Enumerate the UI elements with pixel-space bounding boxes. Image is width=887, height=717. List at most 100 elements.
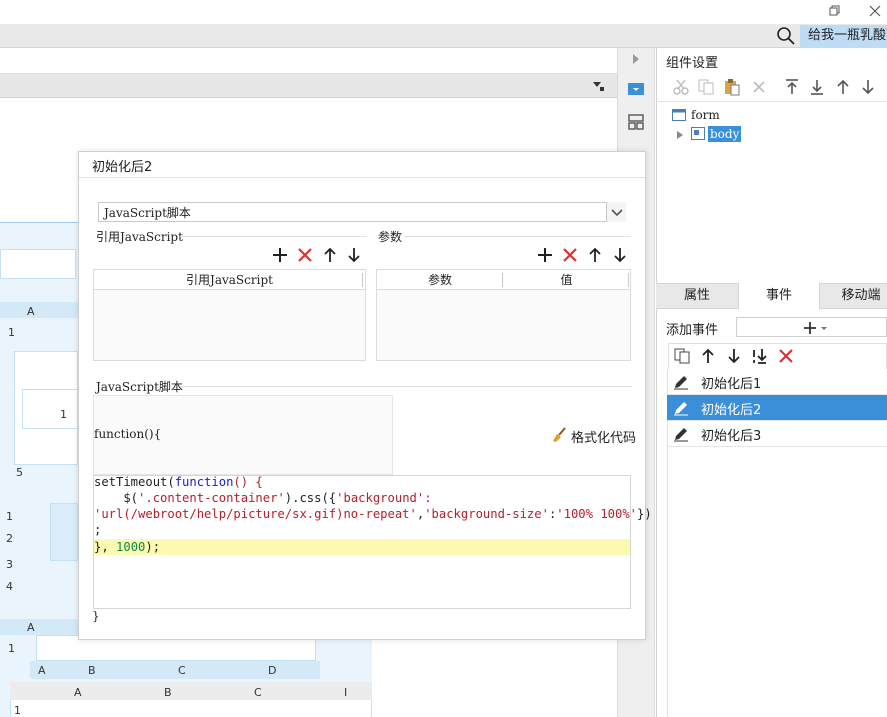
code-line-4: ; xyxy=(94,523,102,537)
function-close-text: } xyxy=(92,609,100,623)
move-up-icon[interactable] xyxy=(834,78,852,96)
search-icon[interactable] xyxy=(776,26,796,46)
event-move-up-icon[interactable] xyxy=(699,347,717,365)
user-name[interactable]: 给我一瓶乳酸菌 xyxy=(800,25,887,47)
sheet-row-number: 1 xyxy=(14,704,21,717)
divider xyxy=(404,236,631,237)
sheet-col-header: C xyxy=(254,686,262,699)
panel-title: 组件设置 xyxy=(666,56,719,71)
sheet-col-header: A xyxy=(27,621,35,634)
divider xyxy=(180,236,367,237)
delete-event-icon[interactable] xyxy=(777,347,795,365)
param-move-up-icon[interactable] xyxy=(587,247,603,263)
sheet-header-row xyxy=(0,302,78,318)
expand-arrow-icon[interactable] xyxy=(630,52,642,66)
broom-icon xyxy=(551,427,567,443)
add-ref-icon[interactable] xyxy=(272,247,288,263)
dialog-title: 初始化后2 xyxy=(92,160,153,175)
script-section-label: JavaScript脚本 xyxy=(96,380,183,394)
event-item-selected[interactable]: 初始化后2 xyxy=(667,395,887,421)
sheet-col-header: A xyxy=(74,686,82,699)
sheet-row-number: 3 xyxy=(6,558,13,571)
sheet-col-header: A xyxy=(27,305,35,318)
sheet-row-number: 4 xyxy=(6,580,13,593)
column-separator xyxy=(362,273,363,287)
window-restore-icon[interactable] xyxy=(826,3,842,19)
ref-move-down-icon[interactable] xyxy=(346,247,362,263)
code-line-1: setTimeout(function() { xyxy=(94,475,263,489)
function-open-text: function(){ xyxy=(94,427,162,441)
event-move-bottom-icon[interactable] xyxy=(751,347,769,365)
sheet-row-number: 1 xyxy=(6,510,13,523)
form-node-icon xyxy=(672,109,686,121)
delete-icon[interactable] xyxy=(750,78,768,96)
column-separator xyxy=(628,273,629,287)
sheet-col-header: C xyxy=(178,664,186,677)
window-close-icon[interactable] xyxy=(866,2,884,20)
top-toolbar xyxy=(0,24,887,48)
cut-icon[interactable] xyxy=(672,78,690,96)
tab-properties[interactable]: 属性 xyxy=(656,283,738,309)
divider xyxy=(180,386,632,387)
sheet-block xyxy=(0,249,76,279)
event-item[interactable]: 初始化后1 xyxy=(667,369,887,395)
move-bottom-icon[interactable] xyxy=(808,78,826,96)
code-line-2: $('.content-container').css({'background… xyxy=(94,491,432,505)
sheet-row-number: 5 xyxy=(16,466,23,479)
sheet-col-header: D xyxy=(268,664,277,677)
sheet-row-number: 1 xyxy=(8,642,15,655)
move-down-icon[interactable] xyxy=(859,78,877,96)
param-move-down-icon[interactable] xyxy=(612,247,628,263)
copy-icon[interactable] xyxy=(697,78,715,96)
edit-pencil-icon[interactable] xyxy=(673,400,689,416)
ref-move-up-icon[interactable] xyxy=(322,247,338,263)
sheet-header-row xyxy=(10,682,372,700)
tab-events[interactable]: 事件 xyxy=(738,283,820,309)
code-line-3: 'url(/webroot/help/picture/sx.gif)no-rep… xyxy=(94,507,652,521)
event-label: 初始化后2 xyxy=(701,403,762,418)
format-code-label: 格式化代码 xyxy=(571,431,637,446)
event-move-down-icon[interactable] xyxy=(725,347,743,365)
paste-icon[interactable] xyxy=(723,78,741,96)
current-line-highlight xyxy=(94,539,630,555)
tab-mobile[interactable]: 移动端 xyxy=(820,283,887,309)
panel-toolbar xyxy=(656,74,887,102)
column-separator xyxy=(502,273,503,287)
delete-ref-icon[interactable] xyxy=(297,247,313,263)
collapse-icon[interactable] xyxy=(590,78,606,94)
designer-tab-strip xyxy=(0,48,617,74)
designer-toolbar xyxy=(0,74,617,98)
add-event-dropdown[interactable] xyxy=(736,317,887,337)
sheet-block xyxy=(50,503,78,561)
sheet-header-row xyxy=(30,661,320,679)
code-line-5: }, 1000); xyxy=(94,540,161,554)
ref-js-section-label: 引用JavaScript xyxy=(96,230,183,244)
event-item[interactable]: 初始化后3 xyxy=(667,421,887,447)
sheet-col-header: A xyxy=(38,664,46,677)
add-param-icon[interactable] xyxy=(537,247,553,263)
sheet-col-header: I xyxy=(344,686,348,699)
add-event-label: 添加事件 xyxy=(666,323,719,338)
event-label: 初始化后1 xyxy=(701,377,762,392)
copy-event-icon[interactable] xyxy=(673,347,691,365)
edit-pencil-icon[interactable] xyxy=(673,426,689,442)
param-column-header: 参数 xyxy=(377,270,503,290)
tree-node-form[interactable]: form xyxy=(691,108,720,122)
layout-icon[interactable] xyxy=(627,113,645,131)
value-column-header: 值 xyxy=(503,270,630,290)
chevron-down-icon[interactable] xyxy=(606,202,626,222)
widget-settings-icon[interactable] xyxy=(627,80,645,98)
body-node-icon xyxy=(691,127,705,140)
tree-node-body[interactable]: body xyxy=(708,126,742,142)
param-section-label: 参数 xyxy=(378,230,403,244)
tree-expand-icon[interactable] xyxy=(676,129,684,139)
sheet-block xyxy=(22,389,78,429)
event-label: 初始化后3 xyxy=(701,429,762,444)
dialog-header xyxy=(79,152,645,178)
ref-js-column-header: 引用JavaScript xyxy=(94,270,365,290)
edit-pencil-icon[interactable] xyxy=(673,374,689,390)
move-top-icon[interactable] xyxy=(783,78,801,96)
sheet-col-header: B xyxy=(164,686,172,699)
window-titlebar xyxy=(0,0,887,24)
delete-param-icon[interactable] xyxy=(562,247,578,263)
